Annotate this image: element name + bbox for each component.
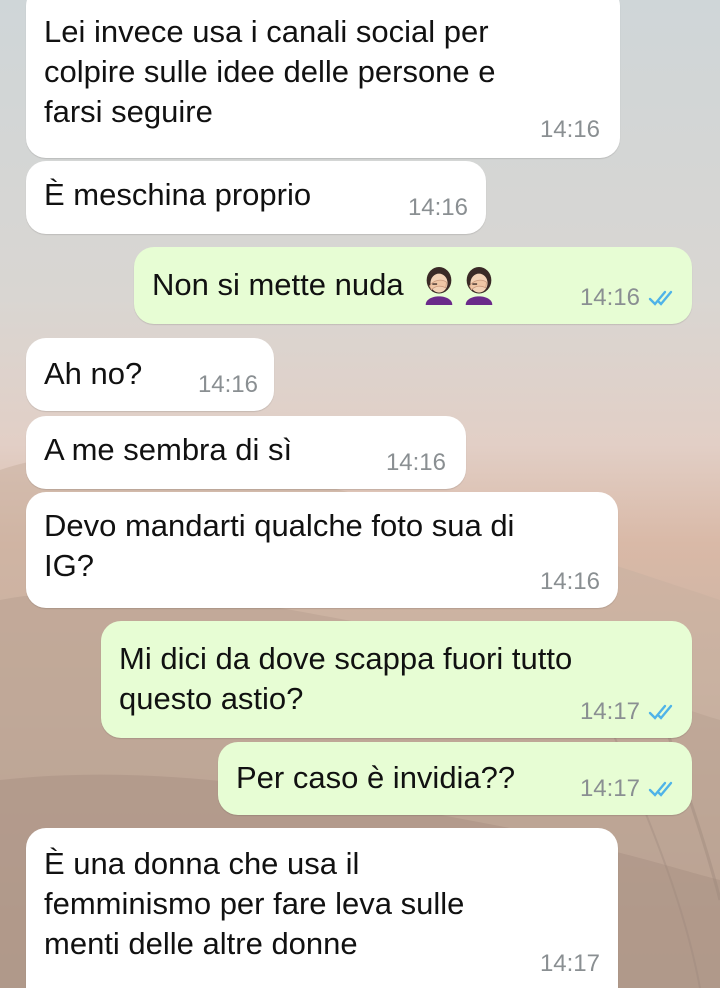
woman-facepalming-icon (465, 266, 492, 305)
read-receipt-icon (648, 781, 673, 797)
timestamp: 14:16 (539, 116, 600, 143)
timestamp: 14:17 (539, 950, 600, 977)
woman-facepalming-icon (425, 266, 452, 305)
timestamp: 14:17 (579, 698, 640, 725)
chat-thread[interactable]: Lei invece usa i canali social per colpi… (0, 0, 720, 988)
message-text-content: Non si mette nuda (152, 267, 404, 302)
message-bubble-incoming[interactable]: Devo mandarti qualche foto sua di IG? 14… (26, 492, 618, 608)
timestamp: 14:16 (539, 568, 600, 595)
read-receipt-icon (648, 704, 673, 720)
timestamp: 14:16 (197, 371, 258, 398)
message-bubble-incoming[interactable]: A me sembra di sì 14:16 (26, 416, 466, 489)
message-time: 14:16 (580, 284, 678, 312)
message-bubble-incoming[interactable]: Ah no? 14:16 (26, 338, 274, 411)
message-time: 14:16 (408, 194, 468, 222)
message-bubble-outgoing[interactable]: Non si mette nuda 14:16 (134, 247, 692, 324)
message-text: A me sembra di sì (44, 432, 293, 467)
message-bubble-outgoing[interactable]: Per caso è invidia?? 14:17 (218, 742, 692, 815)
message-text: È meschina proprio (44, 177, 312, 212)
message-text: Non si mette nuda (152, 265, 498, 305)
message-time: 14:16 (540, 568, 600, 596)
message-text: Lei invece usa i canali social per colpi… (44, 14, 496, 129)
message-time: 14:16 (386, 449, 446, 477)
message-time: 14:17 (580, 698, 678, 726)
message-time: 14:16 (198, 371, 258, 399)
message-text: Ah no? (44, 356, 143, 391)
timestamp: 14:17 (579, 775, 640, 802)
message-time: 14:17 (540, 950, 600, 978)
message-time: 14:17 (580, 775, 678, 803)
message-bubble-incoming[interactable]: Lei invece usa i canali social per colpi… (26, 0, 620, 158)
timestamp: 14:16 (579, 284, 640, 311)
message-bubble-outgoing[interactable]: Mi dici da dove scappa fuori tutto quest… (101, 621, 692, 738)
timestamp: 14:16 (385, 449, 446, 476)
message-bubble-incoming[interactable]: È meschina proprio 14:16 (26, 161, 486, 234)
read-receipt-icon (648, 290, 673, 306)
message-text: Per caso è invidia?? (236, 760, 516, 795)
message-text: Mi dici da dove scappa fuori tutto quest… (119, 641, 573, 716)
message-text: È una donna che usa il femminismo per fa… (44, 846, 465, 961)
message-bubble-incoming[interactable]: È una donna che usa il femminismo per fa… (26, 828, 618, 988)
message-time: 14:16 (540, 116, 600, 144)
message-text: Devo mandarti qualche foto sua di IG? (44, 508, 515, 583)
timestamp: 14:16 (407, 194, 468, 221)
